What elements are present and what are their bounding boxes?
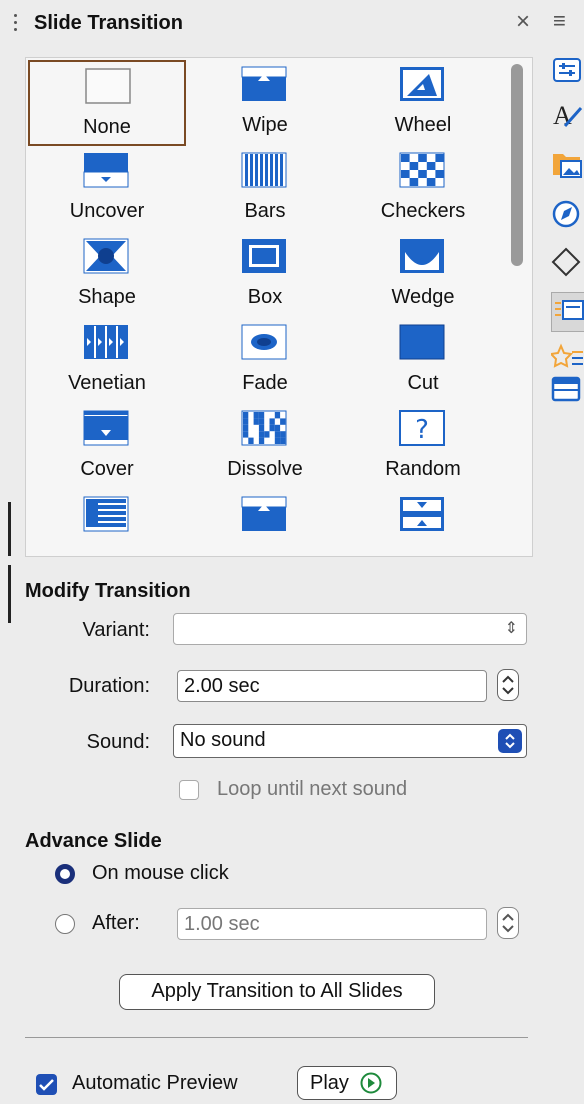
transition-label: Venetian xyxy=(68,372,146,394)
transition-checkers[interactable]: Checkers xyxy=(344,146,502,232)
transition-split-partial[interactable] xyxy=(28,490,186,556)
svg-text:A: A xyxy=(553,101,572,130)
transition-cut[interactable]: Cut xyxy=(344,318,502,404)
transition-wheel[interactable]: Wheel xyxy=(344,60,502,146)
transition-label: Uncover xyxy=(69,200,145,222)
animation-icon[interactable] xyxy=(548,342,584,372)
after-label: After: xyxy=(92,912,140,934)
transition-roll-partial[interactable] xyxy=(344,490,502,556)
duration-field[interactable]: 2.00 sec xyxy=(177,670,487,702)
transition-random[interactable]: ? Random xyxy=(344,404,502,490)
transition-label: Box xyxy=(247,286,283,308)
on-mouse-click-label: On mouse click xyxy=(92,862,229,884)
transition-label: Bars xyxy=(244,200,286,222)
chevron-updown-icon xyxy=(498,729,522,753)
on-mouse-click-radio[interactable] xyxy=(55,864,75,884)
duration-spinner[interactable] xyxy=(497,669,519,701)
transition-bars-icon xyxy=(241,152,287,188)
apply-to-all-button[interactable]: Apply Transition to All Slides xyxy=(119,974,435,1010)
transition-dissolve[interactable]: Dissolve xyxy=(186,404,344,490)
transition-label: Cut xyxy=(407,372,439,394)
transition-wipe-icon xyxy=(241,66,287,102)
transition-box-icon xyxy=(241,238,287,274)
transition-none-icon xyxy=(85,68,131,104)
transition-bars[interactable]: Bars xyxy=(186,146,344,232)
transition-wipe[interactable]: Wipe xyxy=(186,60,344,146)
menu-icon[interactable]: ≡ xyxy=(553,8,566,34)
transition-push-partial-icon xyxy=(241,496,287,532)
transition-box[interactable]: Box xyxy=(186,232,344,318)
svg-text:?: ? xyxy=(415,415,429,445)
transition-label: Wedge xyxy=(391,286,455,308)
transition-label: Random xyxy=(385,458,461,480)
transition-wheel-icon xyxy=(399,66,445,102)
sound-value: No sound xyxy=(180,729,266,751)
master-slides-icon[interactable] xyxy=(551,372,584,402)
transition-grid: None Wipe Wheel Uncover Bars Checkers Shape Box… xyxy=(25,57,533,557)
loop-label: Loop until next sound xyxy=(217,778,408,800)
transition-push-partial[interactable] xyxy=(186,490,344,556)
transition-none[interactable]: None xyxy=(28,60,186,146)
modify-transition-heading: Modify Transition xyxy=(25,580,191,602)
shapes-icon[interactable] xyxy=(551,246,584,277)
panel-title: Slide Transition xyxy=(34,12,183,34)
transition-label: Wheel xyxy=(394,114,452,136)
gallery-icon[interactable] xyxy=(551,148,584,178)
divider xyxy=(25,1037,528,1038)
transition-cut-icon xyxy=(399,324,445,360)
transition-label: None xyxy=(83,116,131,138)
play-label: Play xyxy=(310,1072,349,1094)
navigator-icon[interactable] xyxy=(551,198,584,228)
close-icon[interactable]: × xyxy=(516,8,530,36)
sound-label: Sound: xyxy=(86,731,150,753)
transition-wedge[interactable]: Wedge xyxy=(344,232,502,318)
advance-slide-heading: Advance Slide xyxy=(25,830,162,852)
transition-label: Dissolve xyxy=(227,458,303,480)
splitter-handle[interactable] xyxy=(8,502,11,556)
transition-venetian-icon xyxy=(83,324,129,360)
after-radio[interactable] xyxy=(55,914,75,934)
transition-uncover[interactable]: Uncover xyxy=(28,146,186,232)
duration-label: Duration: xyxy=(68,675,150,697)
transition-label: Cover xyxy=(80,458,134,480)
transition-label: Wipe xyxy=(242,114,288,136)
transition-checkers-icon xyxy=(399,152,445,188)
splitter-handle[interactable] xyxy=(8,565,11,623)
transition-cover-icon xyxy=(83,410,129,446)
transition-random-icon: ? xyxy=(399,410,445,446)
transition-fade[interactable]: Fade xyxy=(186,318,344,404)
transition-fade-icon xyxy=(241,324,287,360)
transition-shape-icon xyxy=(83,238,129,274)
transition-label: Checkers xyxy=(380,200,466,222)
chevron-updown-icon: ⇕ xyxy=(504,620,518,637)
transition-wedge-icon xyxy=(399,238,445,274)
loop-checkbox[interactable] xyxy=(179,780,199,800)
transition-dissolve-icon xyxy=(241,410,287,446)
transition-shape[interactable]: Shape xyxy=(28,232,186,318)
drag-handle[interactable] xyxy=(14,14,18,36)
grid-scrollbar[interactable] xyxy=(511,64,523,266)
variant-label: Variant: xyxy=(82,619,150,641)
properties-icon[interactable] xyxy=(551,56,584,86)
after-duration-field[interactable]: 1.00 sec xyxy=(177,908,487,940)
after-spinner[interactable] xyxy=(497,907,519,939)
styles-icon[interactable]: A xyxy=(551,98,584,130)
transition-uncover-icon xyxy=(83,152,129,188)
transition-label: Fade xyxy=(242,372,288,394)
automatic-preview-checkbox[interactable] xyxy=(36,1074,57,1095)
transition-venetian[interactable]: Venetian xyxy=(28,318,186,404)
transition-split-partial-icon xyxy=(83,496,129,532)
play-icon xyxy=(360,1072,382,1104)
play-button[interactable]: Play xyxy=(297,1066,397,1100)
sound-select[interactable]: No sound xyxy=(173,724,527,758)
variant-select[interactable]: ⇕ xyxy=(173,613,527,645)
automatic-preview-label: Automatic Preview xyxy=(72,1072,238,1094)
transition-cover[interactable]: Cover xyxy=(28,404,186,490)
slide-transition-icon[interactable] xyxy=(551,292,584,332)
transition-roll-partial-icon xyxy=(399,496,445,532)
transition-label: Shape xyxy=(78,286,136,308)
